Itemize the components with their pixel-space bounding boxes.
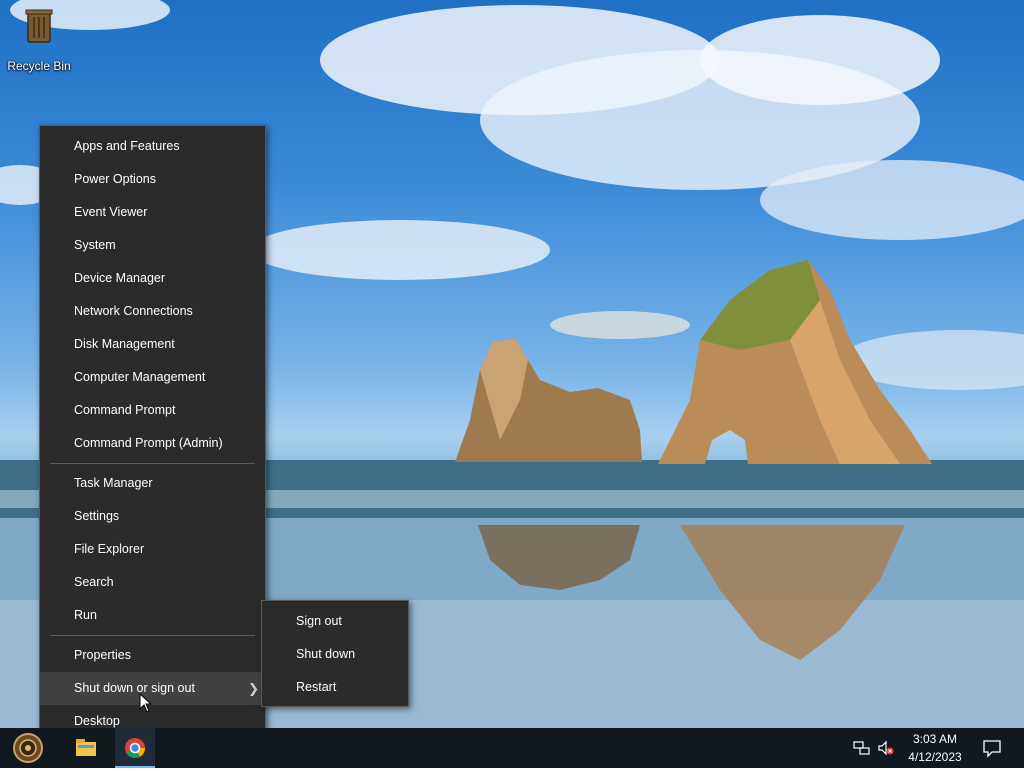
- submenu-item-sign-out[interactable]: Sign out: [262, 605, 408, 638]
- menu-item-run[interactable]: Run: [40, 599, 265, 632]
- menu-separator: [50, 635, 255, 636]
- clock-time: 3:03 AM: [912, 732, 958, 746]
- menu-item-settings[interactable]: Settings: [40, 500, 265, 533]
- chevron-right-icon: ❯: [248, 681, 259, 696]
- taskbar-clock[interactable]: 3:03 AM 4/12/2023: [900, 730, 970, 766]
- folder-icon: [76, 739, 96, 756]
- menu-item-properties[interactable]: Properties: [40, 639, 265, 672]
- clock-date: 4/12/2023: [908, 750, 962, 764]
- submenu-item-restart[interactable]: Restart: [262, 671, 408, 704]
- menu-item-network-connections[interactable]: Network Connections: [40, 295, 265, 328]
- menu-item-system[interactable]: System: [40, 229, 265, 262]
- menu-item-power-options[interactable]: Power Options: [40, 163, 265, 196]
- taskbar-app-file-explorer[interactable]: [66, 728, 106, 768]
- menu-item-command-prompt[interactable]: Command Prompt: [40, 394, 265, 427]
- menu-item-device-manager[interactable]: Device Manager: [40, 262, 265, 295]
- menu-item-apps-and-features[interactable]: Apps and Features: [40, 130, 265, 163]
- recycle-bin-icon: [25, 9, 53, 43]
- menu-item-event-viewer[interactable]: Event Viewer: [40, 196, 265, 229]
- network-icon[interactable]: [853, 740, 871, 756]
- start-button-icon[interactable]: [8, 730, 48, 766]
- menu-item-file-explorer[interactable]: File Explorer: [40, 533, 265, 566]
- menu-item-search[interactable]: Search: [40, 566, 265, 599]
- mouse-pointer-icon: [139, 693, 153, 713]
- quick-link-menu: Apps and Features Power Options Event Vi…: [39, 125, 266, 742]
- menu-item-task-manager[interactable]: Task Manager: [40, 467, 265, 500]
- menu-item-command-prompt-admin[interactable]: Command Prompt (Admin): [40, 427, 265, 460]
- recycle-bin-shortcut[interactable]: Recycle Bin: [4, 8, 74, 73]
- volume-muted-icon[interactable]: [877, 740, 895, 756]
- action-center-icon[interactable]: [982, 738, 1002, 758]
- taskbar: 3:03 AM 4/12/2023: [0, 728, 1024, 768]
- menu-item-label: Shut down or sign out: [74, 681, 195, 695]
- menu-separator: [50, 463, 255, 464]
- menu-item-computer-management[interactable]: Computer Management: [40, 361, 265, 394]
- menu-item-disk-management[interactable]: Disk Management: [40, 328, 265, 361]
- recycle-bin-label: Recycle Bin: [7, 59, 71, 73]
- submenu-item-shut-down[interactable]: Shut down: [262, 638, 408, 671]
- taskbar-app-chrome[interactable]: [115, 728, 155, 768]
- shutdown-submenu: Sign out Shut down Restart: [261, 600, 409, 707]
- chrome-icon: [125, 738, 146, 759]
